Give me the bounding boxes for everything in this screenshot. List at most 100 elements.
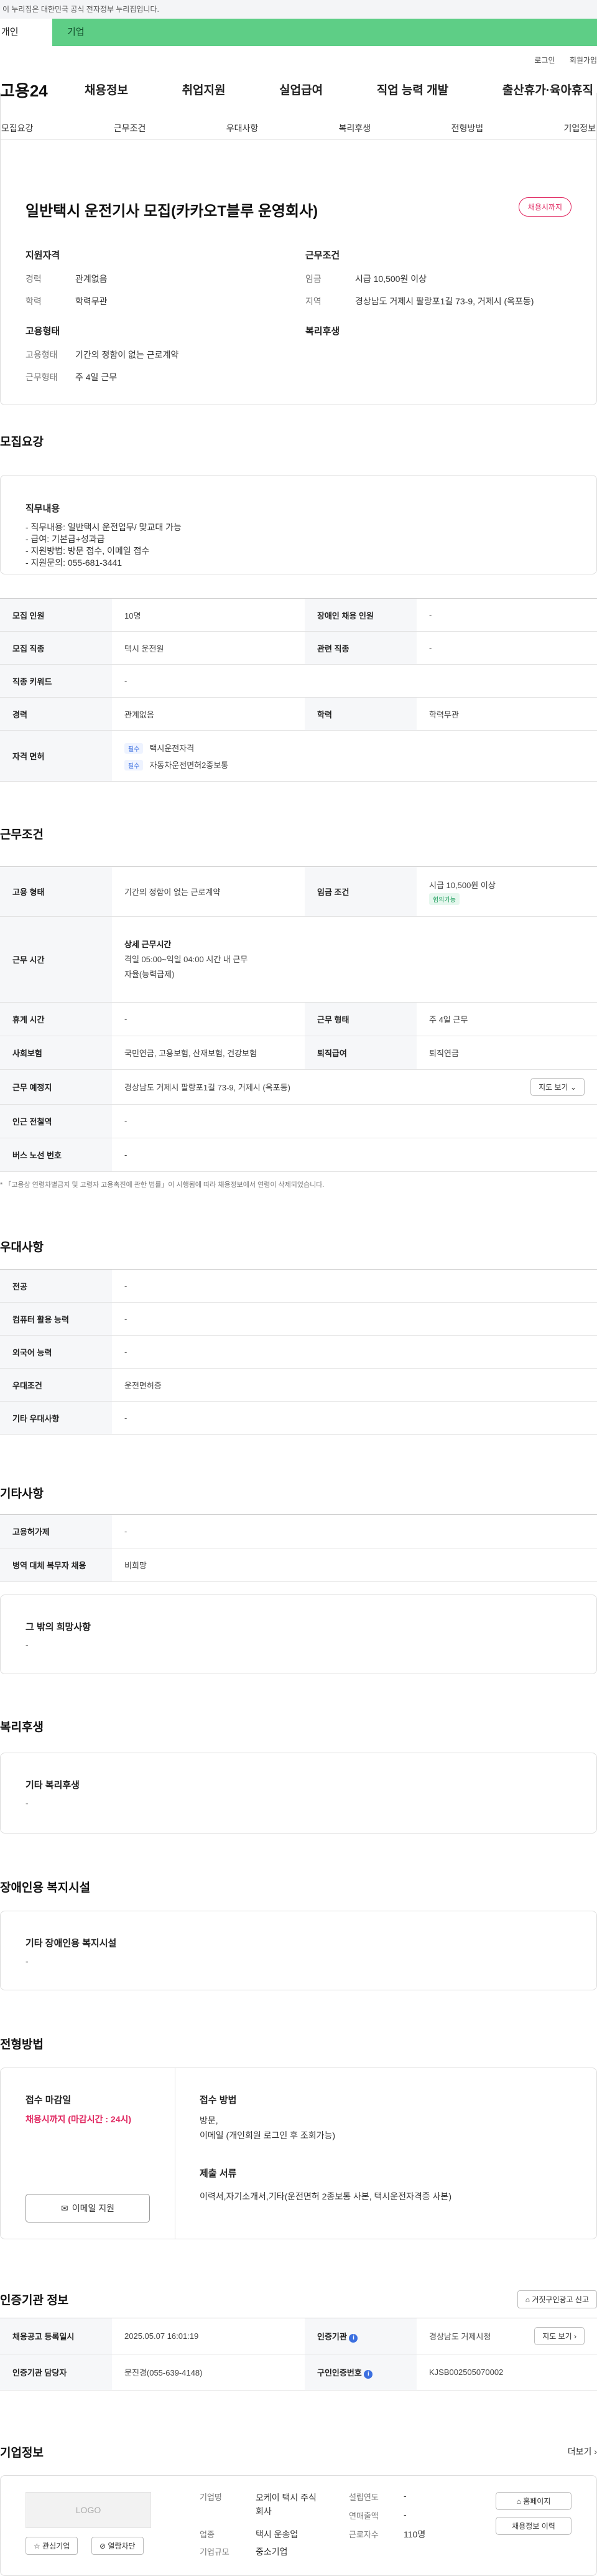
tab-personal[interactable]: 개인	[0, 19, 52, 46]
tab-company[interactable]: 기업	[52, 19, 597, 46]
block-view-label: 열람차단	[108, 2542, 136, 2550]
negotiable-tag: 협의가능	[429, 892, 460, 905]
location-label: 근무 예정지	[0, 1069, 112, 1105]
summary-qualification: 지원자격 경력 관계없음 학력 학력무관	[25, 248, 287, 317]
cert-number-label: 구인인증번호 i	[305, 2354, 417, 2391]
report-fake-ad-label: 거짓구인광고 신고	[532, 2295, 589, 2304]
cert-org-label-text: 인증기관	[317, 2331, 347, 2341]
required-tag: 필수	[124, 759, 144, 770]
deadline-value: 채용시까지 (마감시간 : 24시)	[25, 2114, 132, 2124]
worktype-label: 근무 형태	[305, 1002, 417, 1036]
company-header: 기업정보 더보기 ›	[0, 2439, 597, 2464]
headcount-label: 모집 인원	[0, 598, 112, 632]
edu-label: 학력	[305, 697, 417, 731]
facility-section-title: 장애인용 복지시설	[0, 1881, 91, 1895]
disabled-headcount-value: -	[417, 598, 597, 632]
cond-wage-label: 임금	[305, 274, 322, 284]
work-permit-label: 고용허가제	[0, 1514, 112, 1548]
founded-label: 설립연도	[349, 2493, 379, 2502]
star-icon: ☆	[34, 2542, 40, 2550]
military-label: 병역 대체 복무자 채용	[0, 1548, 112, 1582]
subway-label: 인근 전철역	[0, 1104, 112, 1138]
sales-value: -	[404, 2509, 407, 2519]
cert-table: 채용공고 등록일시 2025.05.07 16:01:19 인증기관 i 경상남…	[0, 2318, 597, 2391]
interest-company-button[interactable]: ☆ 관심기업	[25, 2537, 78, 2555]
info-icon[interactable]: i	[364, 2369, 373, 2379]
cert-number-value: KJSB002505070002	[417, 2354, 597, 2391]
license-value: 필수 택시운전자격 필수 자동차운전면허2종보통	[112, 730, 597, 782]
career-label: 경력	[0, 697, 112, 731]
homepage-label: 홈페이지	[523, 2497, 551, 2506]
work-type-value: 주 4일 근무	[75, 372, 118, 382]
welfare-box: 기타 복리후생 -	[0, 1753, 597, 1834]
cert-section-title: 인증기관 정보	[0, 2293, 69, 2307]
edu-value: 학력무관	[417, 697, 597, 731]
selection-section-title: 전형방법	[0, 2038, 44, 2051]
pref-other-value: -	[112, 1401, 597, 1435]
block-view-button[interactable]: ⊘ 열람차단	[91, 2537, 144, 2555]
method-line: 방문,	[200, 2115, 218, 2125]
pref-condition-label: 우대조건	[0, 1368, 112, 1402]
other-wishes-value: -	[25, 1640, 29, 1650]
docs-value: 이력서,자기소개서,기타(운전면허 2종보통 사본, 택시운전자격증 사본)	[200, 2191, 451, 2201]
homepage-button[interactable]: ⌂ 홈페이지	[496, 2492, 572, 2510]
qualification-heading: 지원자격	[25, 250, 60, 261]
selection-box: 접수 마감일 채용시까지 (마감시간 : 24시) ✉ 이메일 지원 접수 방법…	[0, 2068, 597, 2239]
job-category-label: 모집 직종	[0, 631, 112, 665]
login-link[interactable]: 로그인	[534, 56, 555, 65]
location-value: 경상남도 거제시 팔랑포1길 73-9, 거제시 (옥포동) 지도 보기 ⌄	[112, 1069, 597, 1105]
deadline-label: 접수 마감일	[25, 2095, 72, 2105]
docs-label: 제출 서류	[200, 2168, 237, 2179]
employment-heading: 고용형태	[25, 326, 60, 337]
cond-wage-value: 시급 10,500원 이상	[355, 274, 427, 284]
company-name-label: 기업명	[200, 2493, 222, 2502]
work-section-title: 근무조건	[0, 828, 44, 841]
chevron-right-icon: ›	[574, 2332, 576, 2341]
job-summary-card: 일반택시 운전기사 모집(카카오T블루 운영회사) 채용시까지 지원자격 경력 관…	[0, 93, 597, 405]
interest-company-label: 관심기업	[42, 2542, 70, 2550]
mail-icon: ✉	[60, 2203, 68, 2213]
pref-table: 전공 - 컴퓨터 활용 능력 - 외국어 능력 - 우대조건 운전면허증 기타 우대사항…	[0, 1269, 597, 1435]
severance-label: 퇴직급여	[305, 1036, 417, 1070]
company-more-label: 더보기	[567, 2447, 592, 2457]
method-value: 방문, 이메일 (개인회원 로그인 후 조회가능)	[200, 2113, 335, 2143]
cert-manager-label: 인증기관 담당자	[0, 2354, 112, 2391]
email-apply-button[interactable]: ✉ 이메일 지원	[25, 2194, 150, 2222]
gov-notice-text: 이 누리집은 대한민국 공식 전자정부 누리집입니다.	[2, 5, 159, 14]
method-label: 접수 방법	[200, 2095, 237, 2105]
required-tag: 필수	[124, 742, 144, 754]
emp-type-label: 고용 형태	[0, 866, 112, 917]
cond-region-label: 지역	[305, 296, 322, 306]
welfare-heading: 복리후생	[305, 326, 340, 337]
join-link[interactable]: 회원가입	[570, 56, 597, 65]
insurance-value: 국민연금, 고용보험, 산재보험, 건강보험	[112, 1036, 305, 1070]
job-history-button[interactable]: 채용정보 이력	[496, 2517, 572, 2535]
pref-computer-value: -	[112, 1302, 597, 1336]
hours-line: 격일 05:00~익일 04:00 시간 내 근무	[124, 954, 248, 964]
info-icon[interactable]: i	[349, 2333, 358, 2343]
gov-notice-bar: 이 누리집은 대한민국 공식 전자정부 누리집입니다.	[0, 0, 597, 19]
cert-map-button[interactable]: 지도 보기 ›	[534, 2327, 585, 2345]
reg-date-value: 2025.05.07 16:01:19	[112, 2318, 305, 2354]
summary-conditions: 근무조건 임금 시급 10,500원 이상 지역 경상남도 거제시 팔랑포1길 73…	[305, 248, 579, 317]
rest-label: 휴게 시간	[0, 1002, 112, 1036]
wage-label: 임금 조건	[305, 866, 417, 917]
pref-major-label: 전공	[0, 1269, 112, 1303]
block-icon: ⊘	[100, 2542, 106, 2550]
recruit-section-title: 모집요강	[0, 436, 44, 449]
company-more-link[interactable]: 더보기 ›	[568, 2445, 597, 2458]
conditions-heading: 근무조건	[305, 250, 340, 261]
etc-section-title: 기타사항	[0, 1487, 44, 1501]
duty-line: - 지원문의: 055-681-3441	[25, 558, 123, 568]
cert-map-label: 지도 보기	[542, 2332, 572, 2341]
welfare-box-value: -	[25, 1798, 29, 1808]
summary-employment: 고용형태 고용형태 기간의 정함이 없는 근로계약 근무형태 주 4일 근무	[25, 324, 287, 393]
insurance-label: 사회보험	[0, 1036, 112, 1070]
disabled-headcount-label: 장애인 채용 인원	[305, 598, 417, 632]
company-size-value: 중소기업	[256, 2547, 288, 2557]
emp-type-value: 기간의 정함이 없는 근로계약	[112, 866, 305, 917]
hours-value: 상세 근무시간 격일 05:00~익일 04:00 시간 내 근무 자율(능력급…	[112, 916, 597, 1003]
report-fake-ad-button[interactable]: ⌂ 거짓구인광고 신고	[517, 2290, 597, 2308]
map-button[interactable]: 지도 보기 ⌄	[530, 1078, 585, 1096]
email-apply-label: 이메일 지원	[72, 2203, 115, 2213]
